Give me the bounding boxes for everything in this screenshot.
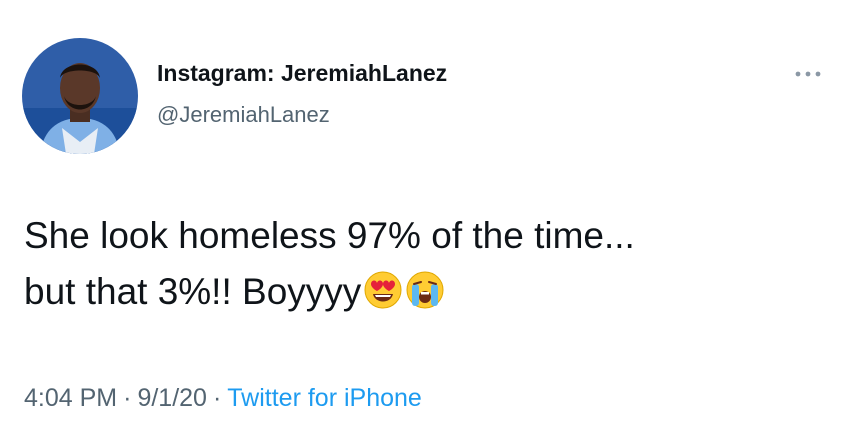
tweet-text-line-2: but that 3%!! Boyyyy: [24, 264, 824, 320]
tweet-text-line-1: She look homeless 97% of the time...: [24, 215, 635, 256]
author-handle[interactable]: @JeremiahLanez: [157, 102, 330, 128]
loudly-crying-emoji-icon: [405, 270, 445, 310]
author-display-name[interactable]: Instagram: JeremiahLanez: [157, 60, 447, 87]
more-options-icon: [795, 71, 821, 77]
avatar-image: [22, 38, 138, 154]
meta-separator-2: ·: [212, 384, 222, 412]
tweet-meta: 4:04 PM · 9/1/20 · Twitter for iPhone: [24, 384, 422, 413]
heart-eyes-emoji-icon: [363, 270, 403, 310]
tweet-card: Instagram: JeremiahLanez @JeremiahLanez …: [0, 0, 853, 440]
more-options-button[interactable]: [790, 64, 826, 84]
tweet-source-link[interactable]: Twitter for iPhone: [227, 384, 422, 412]
meta-separator: ·: [123, 384, 132, 412]
tweet-text-line-2-text: but that 3%!! Boyyyy: [24, 271, 362, 312]
avatar[interactable]: [22, 38, 138, 154]
tweet-time[interactable]: 4:04 PM: [24, 384, 117, 412]
tweet-date[interactable]: 9/1/20: [137, 384, 207, 412]
tweet-text: She look homeless 97% of the time... but…: [24, 208, 824, 320]
